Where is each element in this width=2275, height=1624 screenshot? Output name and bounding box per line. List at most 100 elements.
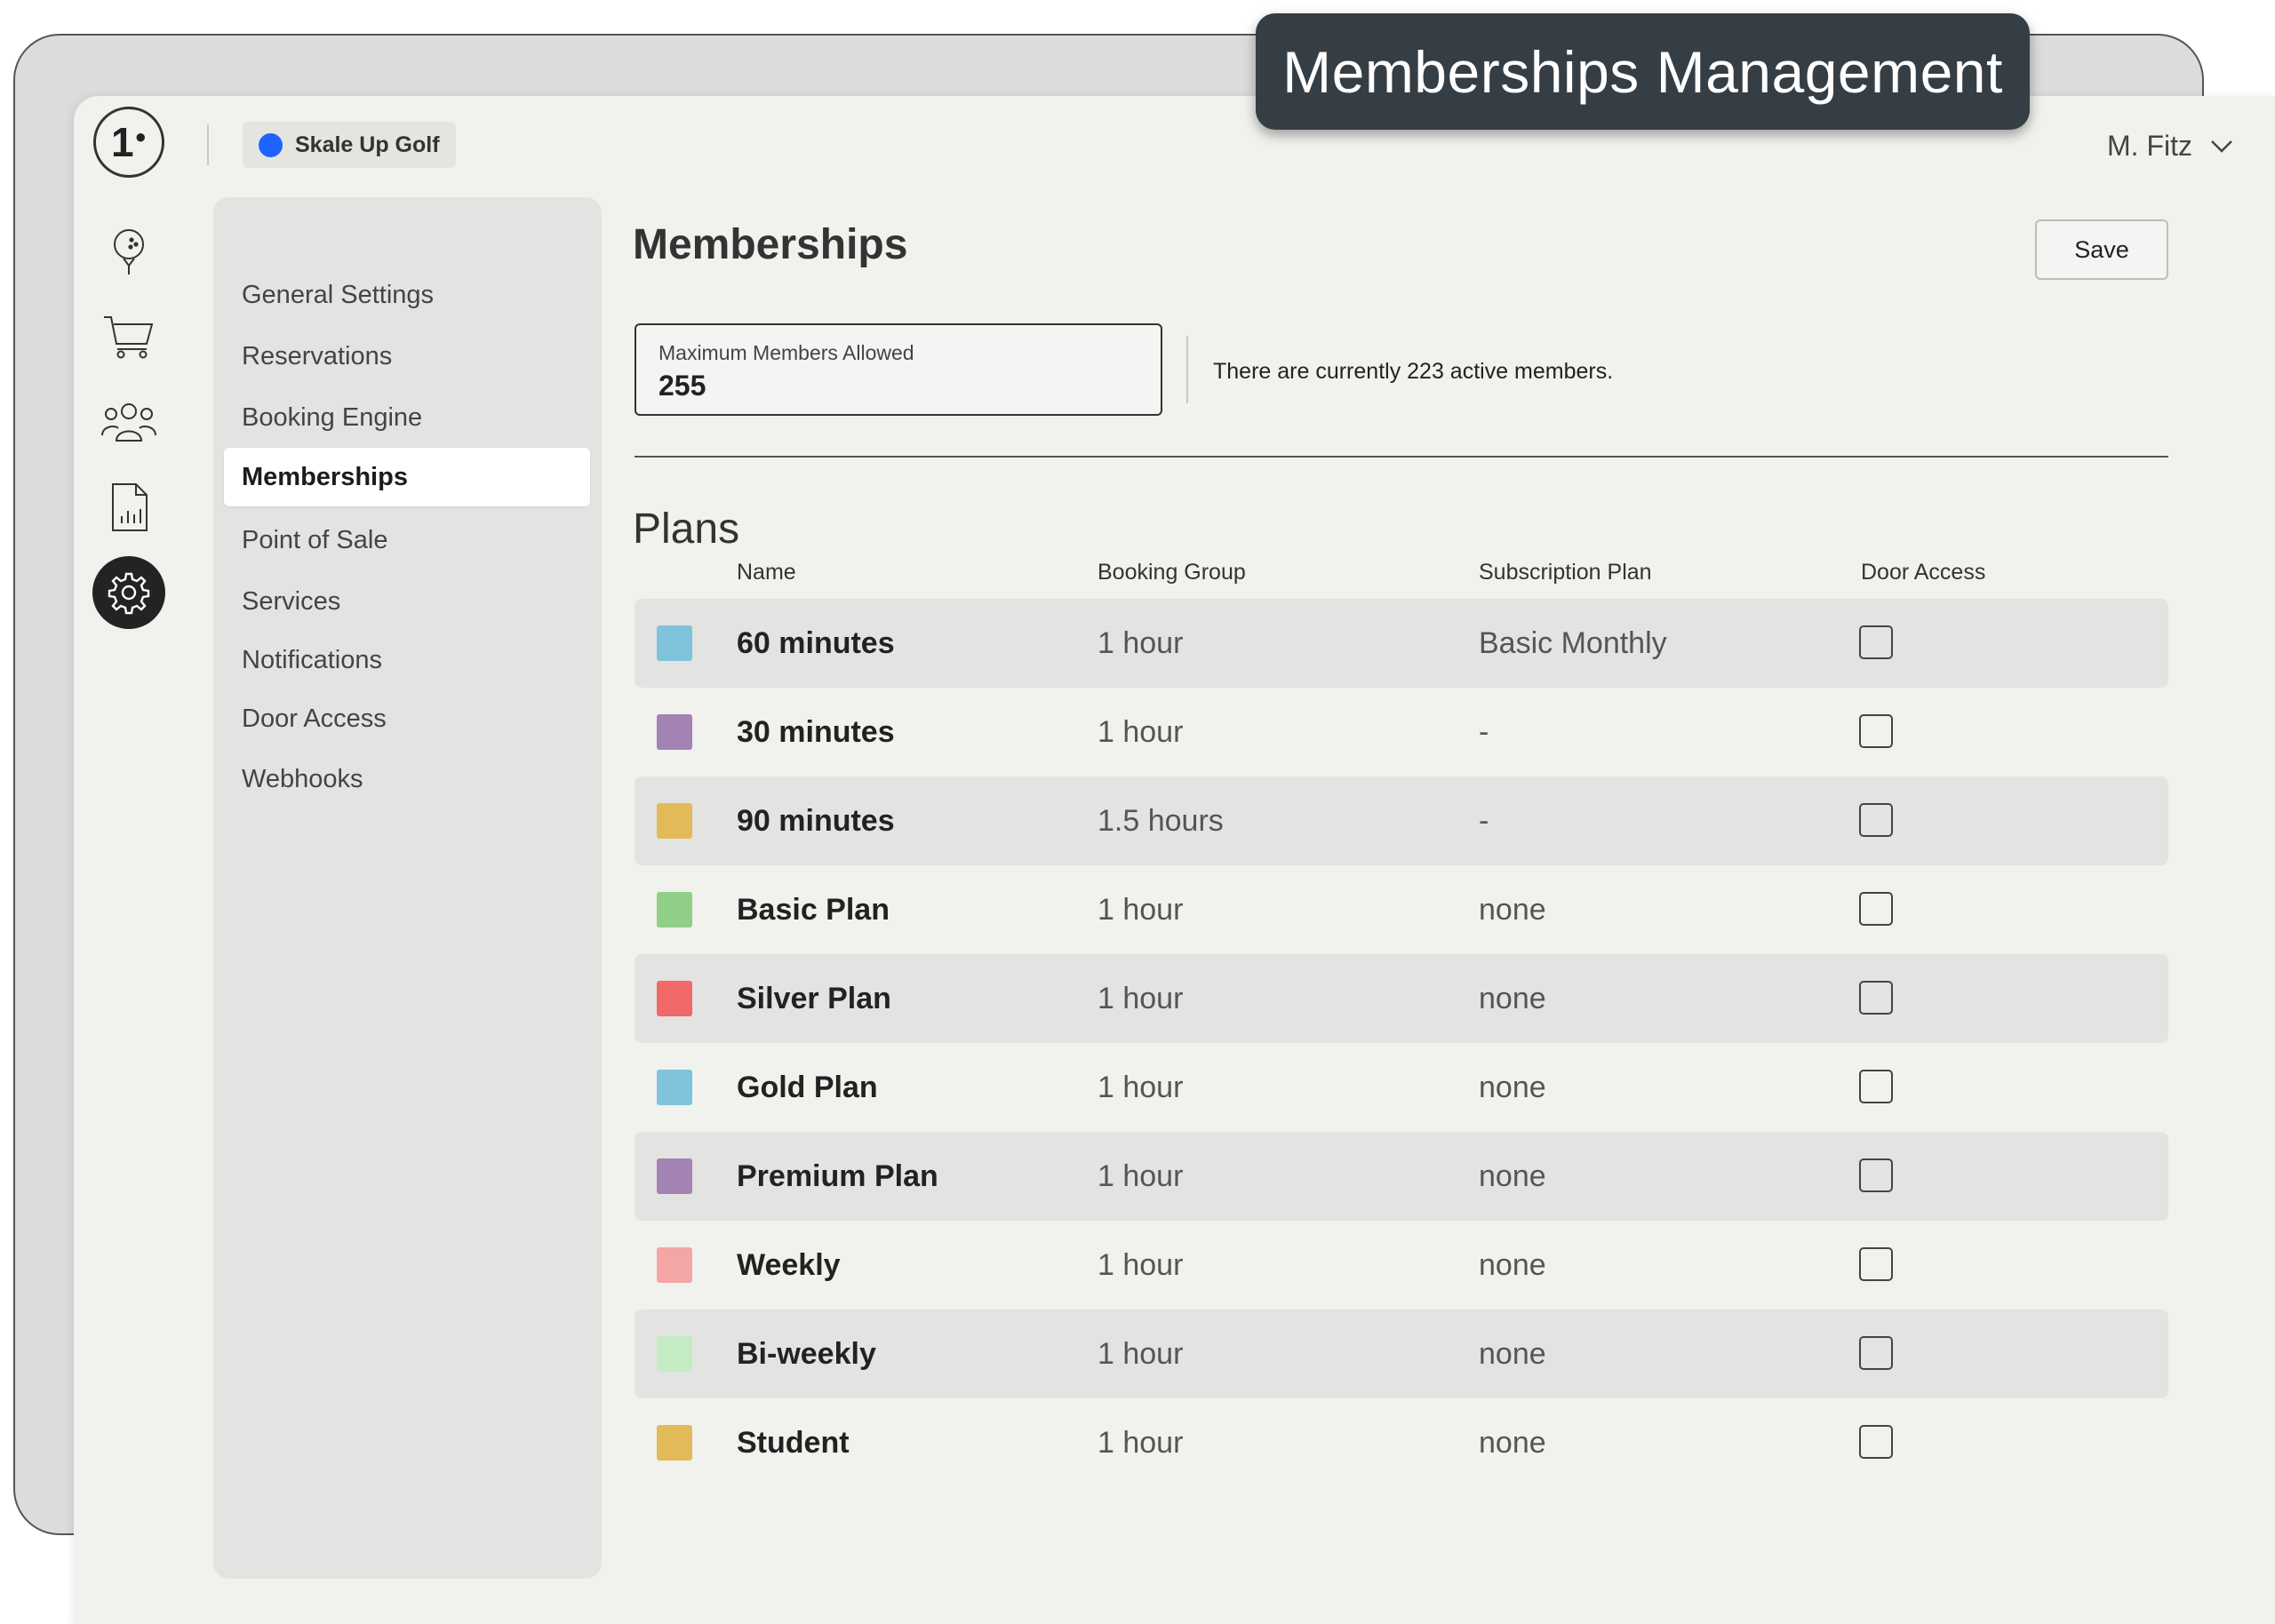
- subnav-item-label: General Settings: [242, 280, 435, 309]
- banner-title: Memberships Management: [1282, 38, 2003, 105]
- page-title: Memberships: [633, 221, 908, 268]
- plan-name: 60 minutes: [737, 625, 895, 660]
- column-header-name: Name: [737, 560, 796, 585]
- plan-subscription: none: [1479, 981, 1546, 1015]
- subnav-item-point-of-sale[interactable]: Point of Sale: [224, 511, 590, 569]
- plan-subscription: none: [1479, 892, 1546, 927]
- door-access-checkbox[interactable]: [1859, 1158, 1893, 1192]
- plan-booking-group: 1 hour: [1098, 892, 1184, 927]
- plan-booking-group: 1.5 hours: [1098, 803, 1224, 838]
- plan-booking-group: 1 hour: [1098, 1158, 1184, 1193]
- plan-subscription: none: [1479, 1158, 1546, 1193]
- subnav-item-label: Services: [242, 586, 341, 616]
- door-access-checkbox[interactable]: [1859, 1247, 1893, 1281]
- door-access-checkbox[interactable]: [1859, 892, 1893, 926]
- subnav-item-label: Notifications: [242, 645, 382, 674]
- plan-subscription: Basic Monthly: [1479, 625, 1667, 660]
- subnav-item-label: Point of Sale: [242, 525, 388, 554]
- app-logo[interactable]: 1 ●: [93, 107, 164, 178]
- users-icon[interactable]: [92, 385, 165, 458]
- plan-booking-group: 1 hour: [1098, 981, 1184, 1015]
- settings-icon[interactable]: [92, 556, 165, 629]
- table-row[interactable]: Silver Plan 1 hour none: [635, 954, 2168, 1043]
- user-menu[interactable]: M. Fitz: [2107, 130, 2233, 163]
- plan-subscription: none: [1479, 1070, 1546, 1104]
- subnav-item-memberships[interactable]: Memberships: [224, 448, 590, 506]
- subnav-item-label: Memberships: [242, 462, 408, 491]
- logo-dot-icon: ●: [134, 125, 147, 147]
- plan-subscription: none: [1479, 1247, 1546, 1282]
- golf-ball-icon[interactable]: [92, 215, 165, 288]
- plan-booking-group: 1 hour: [1098, 1336, 1184, 1371]
- plan-subscription: -: [1479, 714, 1489, 749]
- door-access-checkbox[interactable]: [1859, 1070, 1893, 1103]
- door-access-checkbox[interactable]: [1859, 625, 1893, 659]
- door-access-checkbox[interactable]: [1859, 803, 1893, 837]
- plan-color-swatch: [657, 1247, 692, 1283]
- plan-color-swatch: [657, 625, 692, 661]
- plan-booking-group: 1 hour: [1098, 714, 1184, 749]
- page-banner: Memberships Management: [1256, 13, 2030, 130]
- plan-color-swatch: [657, 892, 692, 927]
- plan-subscription: none: [1479, 1425, 1546, 1460]
- report-icon[interactable]: [92, 471, 165, 544]
- plan-name: 30 minutes: [737, 714, 895, 749]
- plan-name: Basic Plan: [737, 892, 890, 927]
- subnav-item-notifications[interactable]: Notifications: [224, 631, 590, 689]
- subnav-item-label: Webhooks: [242, 764, 363, 793]
- subnav-item-services[interactable]: Services: [224, 572, 590, 631]
- org-name: Skale Up Golf: [295, 131, 440, 157]
- plan-name: Student: [737, 1425, 850, 1460]
- table-row[interactable]: Basic Plan 1 hour none: [635, 865, 2168, 954]
- plan-name: Weekly: [737, 1247, 841, 1282]
- column-header-booking-group: Booking Group: [1098, 560, 1246, 585]
- save-button[interactable]: Save: [2035, 219, 2168, 280]
- plan-subscription: -: [1479, 803, 1489, 838]
- section-divider: [635, 456, 2168, 458]
- plan-subscription: none: [1479, 1336, 1546, 1371]
- subnav-item-label: Reservations: [242, 341, 393, 370]
- field-divider: [1186, 336, 1188, 403]
- logo-text: 1: [111, 119, 134, 165]
- max-members-label: Maximum Members Allowed: [659, 341, 914, 364]
- org-status-dot-icon: [259, 132, 283, 157]
- door-access-checkbox[interactable]: [1859, 714, 1893, 748]
- door-access-checkbox[interactable]: [1859, 981, 1893, 1015]
- table-row[interactable]: 90 minutes 1.5 hours -: [635, 776, 2168, 865]
- cart-icon[interactable]: [92, 300, 165, 373]
- subnav-item-reservations[interactable]: Reservations: [224, 327, 590, 386]
- plan-color-swatch: [657, 714, 692, 750]
- plan-color-swatch: [657, 1158, 692, 1194]
- header-divider: [207, 124, 209, 165]
- plan-color-swatch: [657, 1425, 692, 1461]
- subnav-item-webhooks[interactable]: Webhooks: [224, 750, 590, 808]
- column-header-subscription-plan: Subscription Plan: [1479, 560, 1652, 585]
- table-row[interactable]: 30 minutes 1 hour -: [635, 688, 2168, 776]
- subnav-item-label: Booking Engine: [242, 402, 423, 432]
- plans-title: Plans: [633, 506, 740, 553]
- table-row[interactable]: Weekly 1 hour none: [635, 1221, 2168, 1310]
- max-members-field[interactable]: Maximum Members Allowed: [635, 323, 1162, 416]
- table-row[interactable]: Student 1 hour none: [635, 1398, 2168, 1487]
- table-row[interactable]: 60 minutes 1 hour Basic Monthly: [635, 599, 2168, 688]
- plan-name: Silver Plan: [737, 981, 891, 1015]
- user-name: M. Fitz: [2107, 130, 2192, 162]
- subnav-item-booking-engine[interactable]: Booking Engine: [224, 388, 590, 447]
- chevron-down-icon: [2211, 139, 2232, 153]
- table-row[interactable]: Bi-weekly 1 hour none: [635, 1310, 2168, 1398]
- plan-color-swatch: [657, 803, 692, 839]
- plan-booking-group: 1 hour: [1098, 1247, 1184, 1282]
- max-members-input[interactable]: [659, 370, 1121, 402]
- plan-booking-group: 1 hour: [1098, 625, 1184, 660]
- plan-name: 90 minutes: [737, 803, 895, 838]
- subnav-item-door-access[interactable]: Door Access: [224, 689, 590, 748]
- settings-subnav: General Settings Reservations Booking En…: [213, 197, 602, 1579]
- plan-name: Gold Plan: [737, 1070, 878, 1104]
- door-access-checkbox[interactable]: [1859, 1336, 1893, 1370]
- door-access-checkbox[interactable]: [1859, 1425, 1893, 1459]
- table-row[interactable]: Gold Plan 1 hour none: [635, 1043, 2168, 1132]
- table-row[interactable]: Premium Plan 1 hour none: [635, 1132, 2168, 1221]
- subnav-item-general-settings[interactable]: General Settings: [224, 266, 590, 324]
- plan-booking-group: 1 hour: [1098, 1425, 1184, 1460]
- org-selector[interactable]: Skale Up Golf: [243, 122, 456, 168]
